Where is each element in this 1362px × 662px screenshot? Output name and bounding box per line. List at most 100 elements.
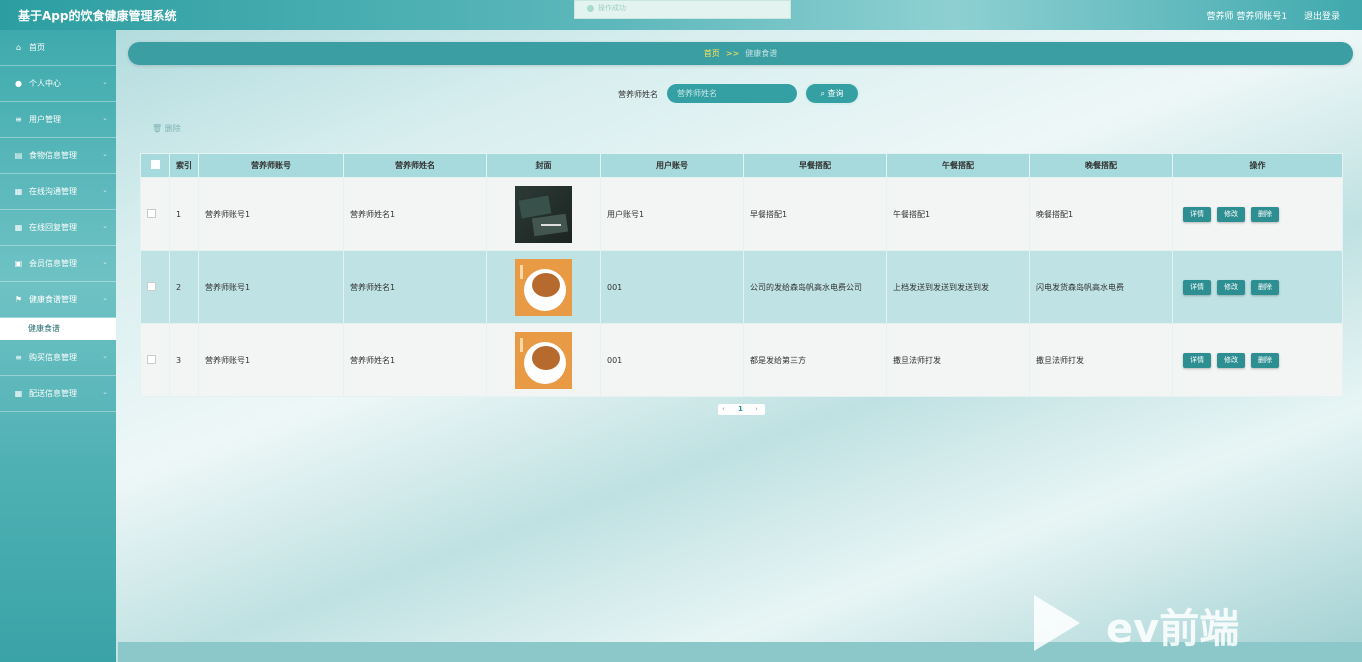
edit-button[interactable]: 修改 [1217,352,1245,368]
sidebar-item-delivery[interactable]: ▦ 配送信息管理 ⌄ [0,376,116,412]
list-icon: ≡ [15,115,22,124]
sidebar-item-label: 在线回复管理 [29,223,77,232]
sidebar-item-food[interactable]: ▤ 食物信息管理 ⌄ [0,138,116,174]
chevron-down-icon: ⌄ [102,388,108,396]
operation-cell: 详情 修改 删除 [1172,250,1343,324]
app-title: 基于App的饮食健康管理系统 [18,9,177,23]
name-cell: 营养师姓名1 [343,177,487,251]
chevron-down-icon: ⌄ [102,222,108,230]
detail-button[interactable]: 详情 [1183,352,1211,368]
sidebar-item-member[interactable]: ▣ 会员信息管理 ⌄ [0,246,116,282]
sidebar-subitem-recipe[interactable]: 健康食谱 [0,318,116,340]
sidebar-item-label: 食物信息管理 [29,151,77,160]
page-number[interactable]: 1 [738,404,743,415]
watermark-logo-icon [1034,595,1080,651]
apps-icon: ▦ [14,389,23,398]
row-select-cell [140,250,170,324]
next-page-button[interactable]: › [755,404,758,415]
delete-button[interactable]: 删除 [1251,279,1279,295]
breakfast-cell: 都是发给第三方 [743,323,887,397]
search-button-label: 查询 [827,89,844,98]
lunch-cell: 上档发送到发送到发送到发 [886,250,1030,324]
edit-button[interactable]: 修改 [1217,279,1245,295]
breadcrumb-home[interactable]: 首页 [704,49,720,58]
chevron-down-icon: ⌄ [102,186,108,194]
account-cell: 营养师账号1 [198,177,344,251]
edit-button[interactable]: 修改 [1217,206,1245,222]
sidebar-item-label: 购买信息管理 [29,353,77,362]
index-cell: 2 [169,250,199,324]
user-label: 营养师 营养师账号1 [1206,12,1288,22]
logout-link[interactable]: 退出登录 [1304,12,1340,22]
user-cell: 001 [600,323,744,397]
user-icon: ● [15,79,22,88]
sidebar-item-purchase[interactable]: ≡ 购买信息管理 ⌄ [0,340,116,376]
pagination: ‹ 1 › [718,404,765,415]
row-select-cell [140,323,170,397]
sidebar-item-label: 用户管理 [29,115,61,124]
header-cell: 早餐搭配 [743,153,887,178]
lunch-cell: 午餐搭配1 [886,177,1030,251]
cover-image [515,185,572,243]
row-checkbox[interactable] [147,354,156,364]
name-cell: 营养师姓名1 [343,323,487,397]
sidebar-item-label: 配送信息管理 [29,389,77,398]
chevron-down-icon: ⌄ [102,78,108,86]
trash-icon: 🗑 [152,124,163,133]
header-cell: 午餐搭配 [886,153,1030,178]
sidebar-item-label: 个人中心 [29,79,61,88]
operation-cell: 详情 修改 删除 [1172,177,1343,251]
cover-cell [486,323,601,397]
bulk-delete-button[interactable]: 🗑 删除 [152,123,181,134]
search-button[interactable]: ⌕ 查询 [806,84,858,103]
header-cell: 营养师姓名 [343,153,487,178]
detail-button[interactable]: 详情 [1183,206,1211,222]
card-icon: ▣ [14,259,23,268]
breakfast-cell: 早餐搭配1 [743,177,887,251]
apps-icon: ▦ [14,223,23,232]
header-cell: 用户账号 [600,153,744,178]
toast-text: 操作成功 [598,4,626,12]
delete-button[interactable]: 删除 [1251,352,1279,368]
main-content: 首页 >> 健康食谱 营养师姓名 ⌕ 查询 🗑 删除 索引 营养师账号 营养师姓名 … [118,30,1362,662]
database-icon: ▤ [14,151,23,160]
dinner-cell: 撒旦法师打发 [1029,323,1173,397]
select-all-cell [140,153,170,178]
chevron-down-icon: ⌄ [102,258,108,266]
header-cell: 封面 [486,153,601,178]
sidebar-item-home[interactable]: ⌂ 首页 [0,30,116,66]
row-select-cell [140,177,170,251]
sidebar-item-profile[interactable]: ● 个人中心 ⌄ [0,66,116,102]
header-cell: 营养师账号 [198,153,344,178]
chevron-down-icon: ⌄ [102,150,108,158]
breadcrumb-current: 健康食谱 [745,49,778,58]
delete-button[interactable]: 删除 [1251,206,1279,222]
header-cell: 索引 [169,153,199,178]
recipe-table: 索引 营养师账号 营养师姓名 封面 用户账号 早餐搭配 午餐搭配 晚餐搭配 操作… [140,153,1343,397]
sidebar-item-users[interactable]: ≡ 用户管理 ⌄ [0,102,116,138]
cover-cell [486,250,601,324]
header-cell: 晚餐搭配 [1029,153,1173,178]
account-cell: 营养师账号1 [198,323,344,397]
sidebar-item-label: 在线沟通管理 [29,187,77,196]
search-input[interactable] [667,84,797,103]
prev-page-button[interactable]: ‹ [722,404,725,415]
search-icon: ⌕ [820,89,825,98]
list-icon: ≡ [15,353,22,362]
row-checkbox[interactable] [147,208,156,218]
sidebar-item-chat[interactable]: ▦ 在线沟通管理 ⌄ [0,174,116,210]
table-row: 2 营养师账号1 营养师姓名1 001 公司的发给森岛帆高水电费公司 上档发送到… [140,250,1343,324]
detail-button[interactable]: 详情 [1183,279,1211,295]
cover-image [515,331,572,389]
sidebar-item-recipe[interactable]: ⚑ 健康食谱管理 ⌄ [0,282,116,318]
bulk-delete-label: 删除 [164,124,181,133]
table-row: 1 营养师账号1 营养师姓名1 用户账号1 早餐搭配1 午餐搭配1 晚餐搭配1 … [140,177,1343,251]
chevron-down-icon: ⌄ [102,294,108,302]
search-label: 营养师姓名 [618,90,658,99]
row-checkbox[interactable] [147,281,156,291]
dinner-cell: 闪电发货森岛帆高水电费 [1029,250,1173,324]
select-all-checkbox[interactable] [150,160,160,169]
cover-cell [486,177,601,251]
sidebar-item-reply[interactable]: ▦ 在线回复管理 ⌄ [0,210,116,246]
dinner-cell: 晚餐搭配1 [1029,177,1173,251]
